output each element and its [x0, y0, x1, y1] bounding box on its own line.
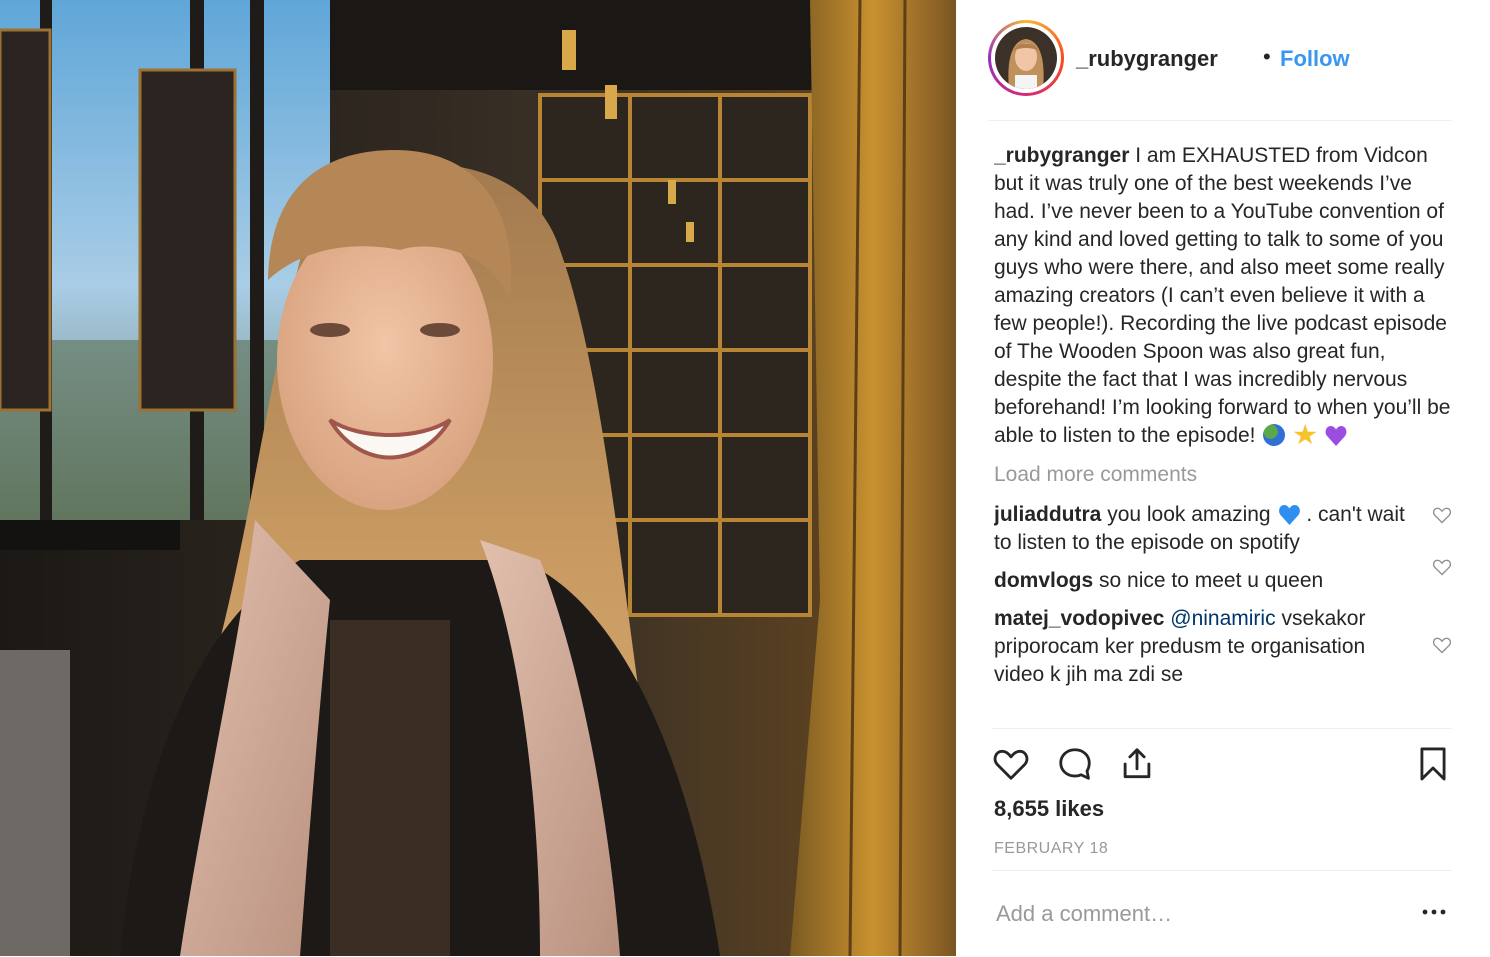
separator-dot: •: [1263, 44, 1271, 69]
caption: _rubygranger I am EXHAUSTED from Vidcon …: [994, 142, 1452, 450]
follow-button[interactable]: Follow: [1280, 46, 1350, 72]
comment-username[interactable]: matej_vodopivec: [994, 607, 1164, 630]
add-comment-input[interactable]: [994, 895, 1378, 933]
bookmark-icon[interactable]: [1414, 745, 1452, 783]
heart-icon[interactable]: [992, 745, 1030, 783]
post-panel: _rubygranger • Follow _rubygranger I am …: [956, 0, 1490, 956]
add-comment-row: [992, 870, 1452, 957]
star-emoji: [1293, 424, 1317, 445]
post-date: FEBRUARY 18: [994, 840, 1109, 857]
avatar-image: [995, 27, 1057, 89]
header-username[interactable]: _rubygranger: [1076, 46, 1218, 72]
comment-like-icon[interactable]: [1432, 635, 1452, 655]
comment-like-icon[interactable]: [1432, 557, 1452, 577]
comment-bubble-icon[interactable]: [1056, 745, 1094, 783]
comment-text: you look amazing: [1107, 503, 1271, 526]
caption-text: I am EXHAUSTED from Vidcon but it was tr…: [994, 144, 1451, 447]
comment-item: matej_vodopivec @ninamiric vsekakor prip…: [994, 605, 1452, 689]
more-options-icon[interactable]: [1421, 899, 1447, 925]
post-header: _rubygranger • Follow: [988, 20, 1452, 121]
comment-text: so nice to meet u queen: [1099, 569, 1324, 592]
purple-heart-emoji: [1325, 426, 1347, 446]
load-more-comments-button[interactable]: Load more comments: [994, 463, 1452, 487]
share-icon[interactable]: [1118, 745, 1156, 783]
likes-count[interactable]: 8,655 likes: [994, 796, 1104, 822]
comment-like-icon[interactable]: [1432, 505, 1452, 525]
comment-username[interactable]: juliaddutra: [994, 503, 1101, 526]
caption-username[interactable]: _rubygranger: [994, 144, 1129, 167]
comments-section: _rubygranger I am EXHAUSTED from Vidcon …: [994, 142, 1452, 727]
post-photo-image: [0, 0, 956, 956]
comment-mention[interactable]: @ninamiric: [1170, 607, 1275, 630]
comment-username[interactable]: domvlogs: [994, 569, 1093, 592]
comment-item: juliaddutra you look amazing . can't wai…: [994, 501, 1452, 557]
post-photo[interactable]: [0, 0, 956, 956]
comment-item: domvlogs so nice to meet u queen: [994, 559, 1452, 595]
blue-heart-emoji: [1278, 505, 1300, 525]
avatar[interactable]: [988, 20, 1064, 96]
globe-emoji: [1263, 424, 1286, 446]
action-bar: [992, 728, 1452, 789]
